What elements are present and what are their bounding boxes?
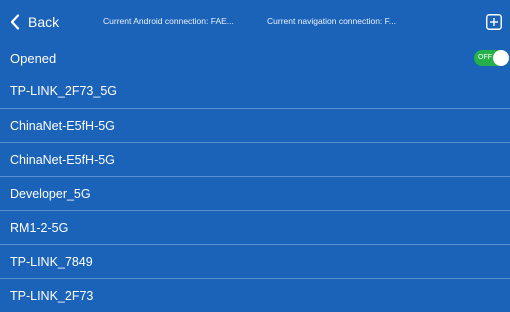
wifi-network-item[interactable]: ChinaNet-E5fH-5G <box>0 142 510 176</box>
back-label: Back <box>28 14 60 30</box>
navigation-connection-status: Current navigation connection: F... <box>267 16 396 26</box>
wifi-settings-screen: Back Current Android connection: FAE... … <box>0 0 510 312</box>
wifi-network-name: ChinaNet-E5fH-5G <box>10 119 115 133</box>
wifi-network-item[interactable]: ChinaNet-E5fH-5G <box>0 108 510 142</box>
wifi-network-name: ChinaNet-E5fH-5G <box>10 153 115 167</box>
wifi-network-name: TP-LINK_7849 <box>10 255 93 269</box>
back-button[interactable]: Back <box>10 11 59 33</box>
android-connection-status: Current Android connection: FAE... <box>103 16 234 26</box>
plus-square-icon <box>486 14 502 30</box>
toggle-knob <box>493 50 509 66</box>
wifi-toggle-label: Opened <box>10 51 57 66</box>
wifi-toggle-switch[interactable]: OFF <box>474 50 509 66</box>
chevron-left-icon <box>10 14 20 30</box>
wifi-network-item[interactable]: RM1-2-5G <box>0 210 510 244</box>
wifi-toggle-row: Opened <box>0 43 510 74</box>
wifi-network-name: TP-LINK_2F73 <box>10 289 94 303</box>
wifi-network-item[interactable]: TP-LINK_2F73 <box>0 278 510 312</box>
wifi-network-item[interactable]: TP-LINK_7849 <box>0 244 510 278</box>
wifi-network-name: Developer_5G <box>10 187 91 201</box>
wifi-network-item[interactable]: TP-LINK_2F73_5G <box>0 74 510 108</box>
wifi-network-list: TP-LINK_2F73_5G ChinaNet-E5fH-5G ChinaNe… <box>0 74 510 312</box>
toggle-state-text: OFF <box>478 54 492 61</box>
header-bar: Back Current Android connection: FAE... … <box>0 0 510 43</box>
add-network-button[interactable] <box>486 14 502 30</box>
wifi-network-item[interactable]: Developer_5G <box>0 176 510 210</box>
wifi-network-name: RM1-2-5G <box>10 221 69 235</box>
wifi-network-name: TP-LINK_2F73_5G <box>10 84 117 98</box>
